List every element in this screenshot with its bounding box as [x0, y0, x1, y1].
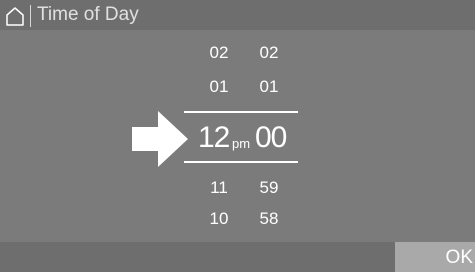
hour-option[interactable]: 02 [199, 43, 239, 63]
header-bar: Time of Day [0, 0, 475, 30]
home-icon[interactable] [5, 6, 25, 26]
hour-option[interactable]: 01 [199, 77, 239, 97]
minute-option[interactable]: 58 [249, 209, 289, 229]
selection-line-bottom [184, 161, 298, 163]
time-of-day-screen: Time of Day 02 01 02 01 12 pm 00 11 10 5… [0, 0, 475, 272]
selected-hour[interactable]: 12 [198, 121, 230, 155]
selected-ampm: pm [232, 136, 251, 151]
selected-minute[interactable]: 00 [255, 121, 287, 155]
page-title: Time of Day [37, 4, 139, 25]
minute-option[interactable]: 02 [249, 43, 289, 63]
header-divider [30, 5, 31, 27]
selection-line-top [184, 111, 298, 113]
hour-option[interactable]: 10 [199, 209, 239, 229]
ok-button[interactable]: OK [395, 242, 475, 272]
minute-option[interactable]: 59 [249, 178, 289, 198]
hour-option[interactable]: 11 [199, 178, 239, 198]
minute-option[interactable]: 01 [249, 77, 289, 97]
ok-button-label: OK [445, 247, 473, 268]
arrow-right-icon [132, 111, 188, 167]
